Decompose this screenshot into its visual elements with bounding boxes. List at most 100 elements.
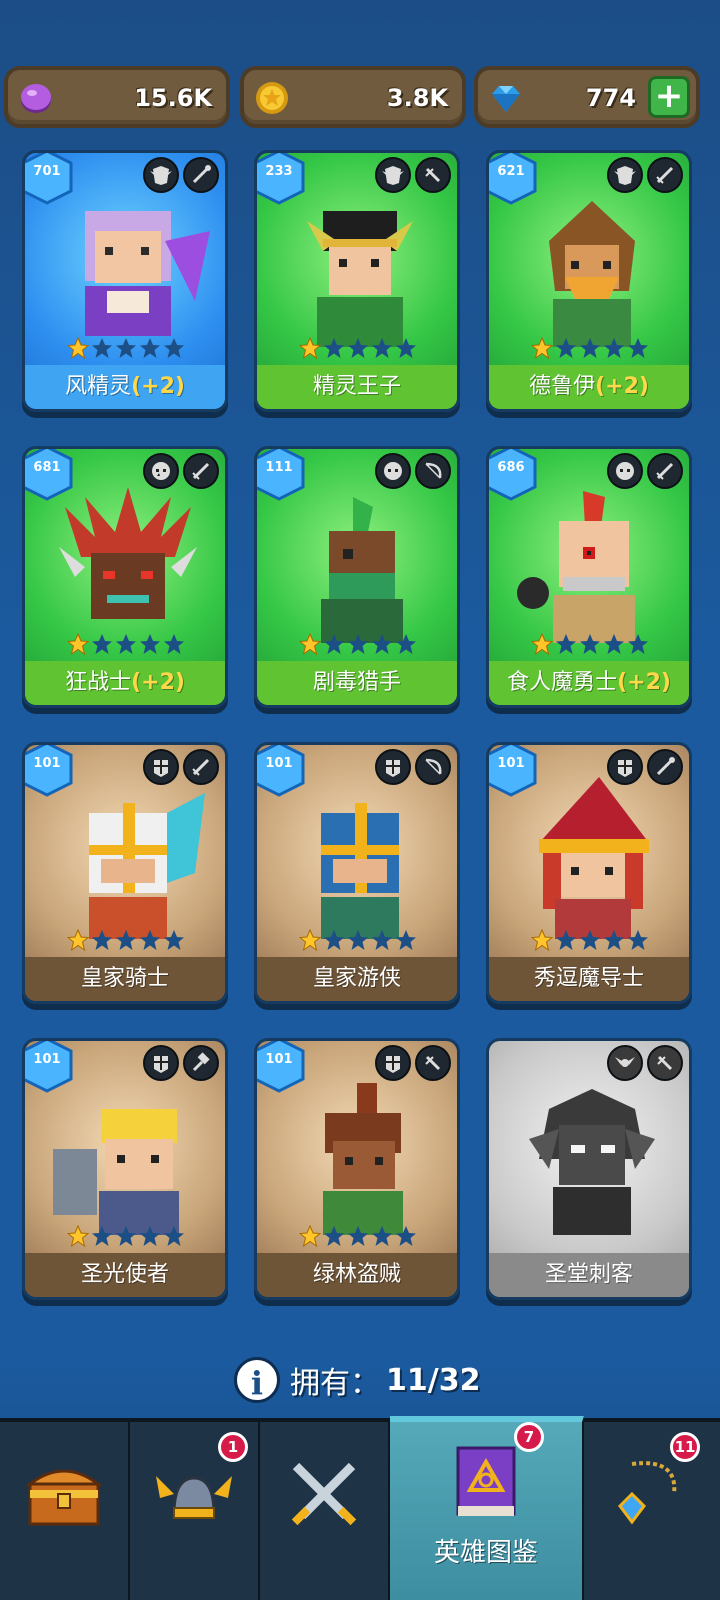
star-empty-icon: [628, 338, 648, 358]
treasure-chest-icon: [25, 1469, 103, 1526]
star-empty-icon: [140, 930, 160, 950]
nav-battle[interactable]: [260, 1422, 390, 1600]
hero-bonus: (+2): [131, 670, 185, 695]
hero-name: 狂战士(+2): [25, 661, 225, 705]
hero-card[interactable]: 233 精灵王子: [254, 150, 460, 412]
crossed-swords-icon: [291, 1462, 357, 1526]
hero-portrait: [321, 497, 403, 643]
hero-card[interactable]: 621 德鲁伊(+2): [486, 150, 692, 412]
hero-card[interactable]: 101 圣光使者: [22, 1038, 228, 1300]
hero-card[interactable]: 111 剧毒猎手: [254, 446, 460, 708]
sword-icon: [647, 453, 683, 489]
nav-items[interactable]: 11: [584, 1422, 720, 1600]
gold-coin-icon: [256, 82, 288, 114]
star-empty-icon: [116, 1226, 136, 1246]
star-empty-icon: [556, 338, 576, 358]
star-rating: [67, 337, 185, 359]
star-empty-icon: [348, 338, 368, 358]
add-diamonds-button[interactable]: +: [648, 76, 690, 118]
hero-portrait: [539, 777, 649, 939]
dagger-icon: [415, 157, 451, 193]
sword-icon: [647, 157, 683, 193]
hero-card[interactable]: 101 皇家骑士: [22, 742, 228, 1004]
hero-name: 圣光使者: [25, 1253, 225, 1297]
currency-purple[interactable]: 15.6K: [4, 66, 230, 128]
human-faction-icon: [375, 1045, 411, 1081]
level-badge: 701: [25, 153, 73, 205]
hero-card[interactable]: 686 食人魔勇士(+2): [486, 446, 692, 708]
star-filled-icon: [531, 929, 553, 951]
winged-faction-icon: [607, 1045, 643, 1081]
hero-name: 精灵王子: [257, 365, 457, 409]
star-empty-icon: [164, 1226, 184, 1246]
nav-codex[interactable]: 英雄图鉴 7: [390, 1416, 584, 1600]
hammer-icon: [183, 1045, 219, 1081]
star-empty-icon: [324, 338, 344, 358]
star-empty-icon: [396, 338, 416, 358]
hero-name: 风精灵(+2): [25, 365, 225, 409]
level-badge: 686: [489, 449, 537, 501]
star-empty-icon: [348, 634, 368, 654]
currency-diamond[interactable]: 774 +: [474, 66, 700, 128]
star-rating: [67, 1225, 185, 1247]
star-empty-icon: [164, 338, 184, 358]
info-icon[interactable]: i: [234, 1357, 280, 1403]
orc-faction-icon: [607, 453, 643, 489]
hero-name: 秀逗魔导士: [489, 957, 689, 1001]
star-empty-icon: [92, 930, 112, 950]
purple-gem-coin-icon: [21, 84, 51, 113]
star-filled-icon: [67, 929, 89, 951]
level-badge: 101: [489, 745, 537, 797]
hero-card[interactable]: 101 绿林盗贼: [254, 1038, 460, 1300]
star-empty-icon: [396, 1226, 416, 1246]
hero-portrait: [321, 803, 399, 939]
hero-card[interactable]: 681 狂战士(+2): [22, 446, 228, 708]
elf-faction-icon: [607, 157, 643, 193]
hero-bonus: (+2): [617, 670, 671, 695]
currency-value: 15.6K: [134, 84, 212, 112]
hero-card[interactable]: 101 皇家游侠: [254, 742, 460, 1004]
star-empty-icon: [372, 338, 392, 358]
hero-name: 皇家游侠: [257, 957, 457, 1001]
bottom-nav: 1 英雄图鉴 7 11: [0, 1416, 720, 1600]
star-empty-icon: [556, 930, 576, 950]
star-empty-icon: [324, 1226, 344, 1246]
star-empty-icon: [348, 930, 368, 950]
hero-portrait: [323, 1083, 403, 1235]
owned-count: 11/32: [386, 1362, 481, 1398]
currency-value: 774: [585, 84, 636, 112]
hero-portrait: [307, 211, 413, 347]
hero-bonus: (+2): [595, 374, 649, 399]
star-empty-icon: [92, 634, 112, 654]
level-badge: 111: [257, 449, 305, 501]
level-badge: 101: [25, 745, 73, 797]
star-empty-icon: [372, 930, 392, 950]
hero-card-locked[interactable]: 圣堂刺客: [486, 1038, 692, 1300]
human-faction-icon: [375, 749, 411, 785]
star-filled-icon: [531, 337, 553, 359]
star-empty-icon: [92, 338, 112, 358]
star-empty-icon: [580, 634, 600, 654]
star-empty-icon: [116, 338, 136, 358]
hero-card[interactable]: 101 秀逗魔导士: [486, 742, 692, 1004]
star-rating: [299, 633, 417, 655]
currency-gold[interactable]: 3.8K: [240, 66, 466, 128]
hero-grid: 701 风精灵(+2) 233 精灵王子 621 德鲁伊(+2) 681 狂战士…: [22, 150, 702, 1330]
star-rating: [299, 1225, 417, 1247]
owned-label: 拥有：: [290, 1366, 380, 1401]
star-empty-icon: [140, 1226, 160, 1246]
wand-icon: [647, 749, 683, 785]
star-empty-icon: [372, 1226, 392, 1246]
nav-shop[interactable]: [0, 1422, 130, 1600]
hero-card[interactable]: 701 风精灵(+2): [22, 150, 228, 412]
nav-heroes[interactable]: 1: [130, 1422, 260, 1600]
star-empty-icon: [628, 930, 648, 950]
currency-value: 3.8K: [386, 84, 448, 112]
star-rating: [67, 929, 185, 951]
star-rating: [299, 929, 417, 951]
sword-icon: [183, 453, 219, 489]
orc-faction-icon: [143, 453, 179, 489]
star-filled-icon: [67, 1225, 89, 1247]
human-faction-icon: [143, 1045, 179, 1081]
star-empty-icon: [324, 930, 344, 950]
